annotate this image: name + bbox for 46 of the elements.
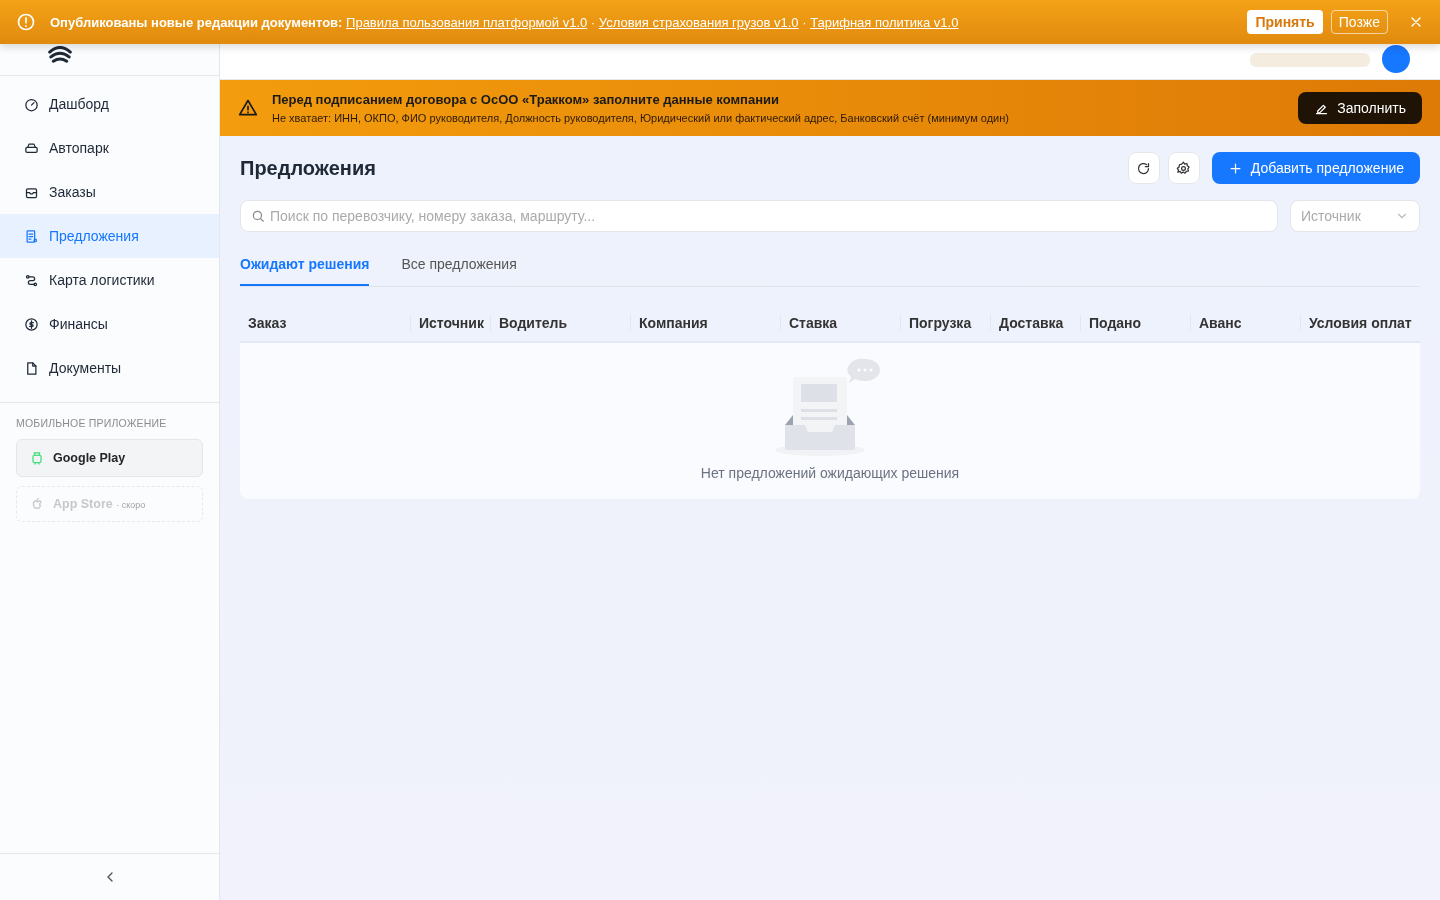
car-icon (24, 140, 39, 156)
document-icon (24, 228, 39, 244)
file-icon (24, 360, 39, 376)
column-header: Аванс (1190, 315, 1300, 331)
column-header: Источник (410, 315, 490, 331)
column-header: Подано (1080, 315, 1190, 331)
tab[interactable]: Все предложения (401, 256, 517, 286)
add-offer-button[interactable]: Добавить предложение (1211, 152, 1420, 184)
alert-icon (16, 12, 36, 32)
column-header: Ставка (780, 315, 900, 331)
tab[interactable]: Ожидают решения (240, 256, 370, 286)
empty-message: Нет предложений ожидающих решения (700, 465, 960, 481)
sidebar-item[interactable]: Автопарк (0, 126, 219, 170)
gauge-icon (24, 96, 39, 112)
sidebar-item[interactable]: Карта логистики (0, 258, 219, 302)
sidebar-item[interactable]: Предложения (0, 214, 219, 258)
notification-text: Опубликованы новые редакции документов: Правила пользования платформой v1.0 · Условия страхования грузов v1.0 · Тарифная политика v1.0 (50, 14, 960, 30)
sidebar-item[interactable]: Финансы (0, 302, 219, 346)
android-icon (29, 450, 45, 466)
sidebar-item[interactable]: Дашборд (0, 82, 219, 126)
fill-button[interactable]: Заполнить (1298, 92, 1422, 124)
refresh-icon (1136, 160, 1152, 176)
refresh-button[interactable] (1127, 152, 1160, 184)
page-title: Предложения (240, 156, 376, 179)
column-header: Погрузка (900, 315, 990, 331)
column-header: Доставка (990, 315, 1080, 331)
settings-icon (1176, 160, 1192, 176)
warning-title: Перед подписанием договора с ОсОО «Тракком» заполните данные компании (272, 92, 780, 107)
route-icon (24, 272, 39, 288)
settings-button[interactable] (1167, 152, 1200, 184)
column-header: Заказ (247, 315, 288, 331)
section-title: МОБИЛЬНОЕ ПРИЛОЖЕНИЕ (15, 416, 168, 431)
avatar-icon[interactable] (1382, 45, 1410, 73)
dollar-icon (24, 316, 39, 332)
search-icon (251, 209, 265, 223)
warning-icon (238, 98, 258, 118)
store-button[interactable]: Google Play (16, 439, 203, 477)
column-header: Условия оплат (1300, 315, 1420, 331)
column-header: Водитель (490, 315, 630, 331)
sidebar-item[interactable]: Заказы (0, 170, 219, 214)
search-field[interactable]: Поиск по перевозчику, номеру заказа, маршруту... (240, 200, 1278, 232)
source-select[interactable]: Источник (1290, 200, 1420, 232)
warning-text: Не хватает: ИНН, ОКПО, ФИО руководителя, Должность руководителя, Юридический или фактический адрес, Банковский счёт (минимум один) (272, 112, 1010, 124)
sidebar-item[interactable]: Документы (0, 346, 219, 390)
column-header: Компания (630, 315, 780, 331)
plus-icon (1227, 160, 1243, 176)
